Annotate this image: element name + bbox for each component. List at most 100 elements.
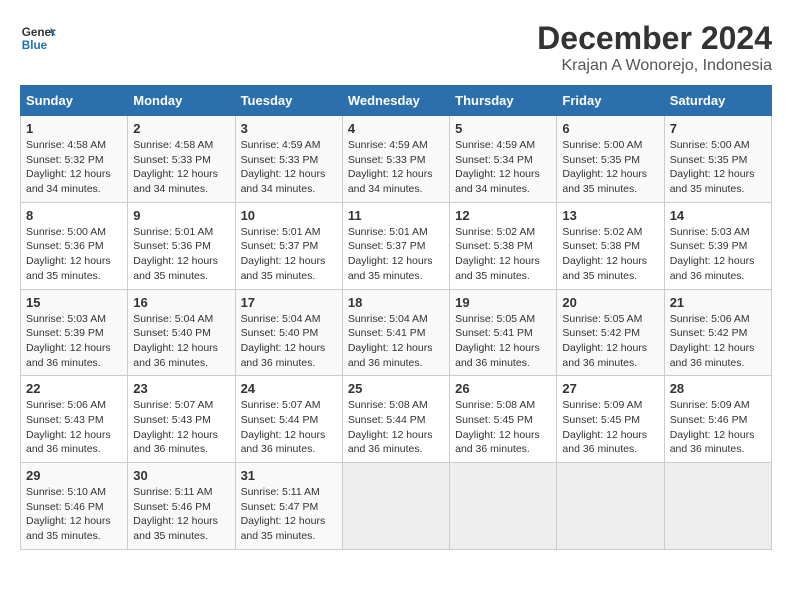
day-number: 27 xyxy=(562,381,658,396)
calendar-cell: 27 Sunrise: 5:09 AMSunset: 5:45 PMDayligh… xyxy=(557,376,664,463)
calendar-cell: 23Sunrise: 5:07 AMSunset: 5:43 PMDayligh… xyxy=(128,376,235,463)
calendar-week-0: 1 Sunrise: 4:58 AMSunset: 5:32 PMDaylight… xyxy=(21,116,772,203)
day-number: 29 xyxy=(26,468,122,483)
day-info: Sunrise: 4:59 AMSunset: 5:34 PMDaylight:… xyxy=(455,138,551,197)
day-info: Sunrise: 5:04 AMSunset: 5:40 PMDaylight:… xyxy=(133,312,229,371)
calendar-cell: 20Sunrise: 5:05 AMSunset: 5:42 PMDayligh… xyxy=(557,289,664,376)
day-number: 3 xyxy=(241,121,337,136)
day-info: Sunrise: 4:58 AMSunset: 5:33 PMDaylight:… xyxy=(133,138,229,197)
col-saturday: Saturday xyxy=(664,86,771,116)
day-info: Sunrise: 5:07 AMSunset: 5:43 PMDaylight:… xyxy=(133,398,229,457)
day-number: 20 xyxy=(562,295,658,310)
calendar-table: Sunday Monday Tuesday Wednesday Thursday… xyxy=(20,85,772,550)
calendar-cell: 25 Sunrise: 5:08 AMSunset: 5:44 PMDayligh… xyxy=(342,376,449,463)
col-monday: Monday xyxy=(128,86,235,116)
calendar-cell: 17 Sunrise: 5:04 AMSunset: 5:40 PMDayligh… xyxy=(235,289,342,376)
day-info: Sunrise: 5:05 AMSunset: 5:41 PMDaylight:… xyxy=(455,312,551,371)
day-number: 15 xyxy=(26,295,122,310)
day-number: 6 xyxy=(562,121,658,136)
day-number: 11 xyxy=(348,208,444,223)
col-sunday: Sunday xyxy=(21,86,128,116)
day-number: 8 xyxy=(26,208,122,223)
day-info: Sunrise: 5:06 AMSunset: 5:43 PMDaylight:… xyxy=(26,398,122,457)
header-row: Sunday Monday Tuesday Wednesday Thursday… xyxy=(21,86,772,116)
calendar-week-4: 29 Sunrise: 5:10 AMSunset: 5:46 PMDayligh… xyxy=(21,463,772,550)
calendar-cell: 26Sunrise: 5:08 AMSunset: 5:45 PMDayligh… xyxy=(450,376,557,463)
day-info: Sunrise: 5:01 AMSunset: 5:36 PMDaylight:… xyxy=(133,225,229,284)
day-number: 26 xyxy=(455,381,551,396)
day-info: Sunrise: 5:04 AMSunset: 5:40 PMDaylight:… xyxy=(241,312,337,371)
day-info: Sunrise: 5:04 AMSunset: 5:41 PMDaylight:… xyxy=(348,312,444,371)
calendar-cell: 16 Sunrise: 5:04 AMSunset: 5:40 PMDayligh… xyxy=(128,289,235,376)
calendar-cell: 4Sunrise: 4:59 AMSunset: 5:33 PMDaylight… xyxy=(342,116,449,203)
day-number: 24 xyxy=(241,381,337,396)
calendar-cell: 2Sunrise: 4:58 AMSunset: 5:33 PMDaylight… xyxy=(128,116,235,203)
day-number: 19 xyxy=(455,295,551,310)
col-wednesday: Wednesday xyxy=(342,86,449,116)
calendar-cell: 10 Sunrise: 5:01 AMSunset: 5:37 PMDayligh… xyxy=(235,202,342,289)
day-number: 22 xyxy=(26,381,122,396)
day-info: Sunrise: 5:02 AMSunset: 5:38 PMDaylight:… xyxy=(562,225,658,284)
page-header: General Blue December 2024 Krajan A Wono… xyxy=(20,20,772,75)
day-number: 16 xyxy=(133,295,229,310)
month-title: December 2024 xyxy=(537,20,772,57)
day-number: 12 xyxy=(455,208,551,223)
day-info: Sunrise: 5:10 AMSunset: 5:46 PMDaylight:… xyxy=(26,485,122,544)
day-number: 17 xyxy=(241,295,337,310)
calendar-cell xyxy=(342,463,449,550)
logo-icon: General Blue xyxy=(20,20,56,56)
day-info: Sunrise: 5:08 AMSunset: 5:44 PMDaylight:… xyxy=(348,398,444,457)
day-number: 7 xyxy=(670,121,766,136)
day-number: 13 xyxy=(562,208,658,223)
calendar-cell: 7 Sunrise: 5:00 AMSunset: 5:35 PMDaylight… xyxy=(664,116,771,203)
day-number: 9 xyxy=(133,208,229,223)
day-info: Sunrise: 5:07 AMSunset: 5:44 PMDaylight:… xyxy=(241,398,337,457)
day-info: Sunrise: 5:02 AMSunset: 5:38 PMDaylight:… xyxy=(455,225,551,284)
calendar-cell: 31Sunrise: 5:11 AMSunset: 5:47 PMDayligh… xyxy=(235,463,342,550)
calendar-cell: 24 Sunrise: 5:07 AMSunset: 5:44 PMDayligh… xyxy=(235,376,342,463)
day-number: 18 xyxy=(348,295,444,310)
calendar-cell: 18 Sunrise: 5:04 AMSunset: 5:41 PMDayligh… xyxy=(342,289,449,376)
calendar-cell xyxy=(664,463,771,550)
col-tuesday: Tuesday xyxy=(235,86,342,116)
day-info: Sunrise: 5:01 AMSunset: 5:37 PMDaylight:… xyxy=(241,225,337,284)
day-info: Sunrise: 5:00 AMSunset: 5:36 PMDaylight:… xyxy=(26,225,122,284)
day-info: Sunrise: 5:01 AMSunset: 5:37 PMDaylight:… xyxy=(348,225,444,284)
day-number: 14 xyxy=(670,208,766,223)
col-friday: Friday xyxy=(557,86,664,116)
location-title: Krajan A Wonorejo, Indonesia xyxy=(537,57,772,75)
day-number: 30 xyxy=(133,468,229,483)
day-info: Sunrise: 4:59 AMSunset: 5:33 PMDaylight:… xyxy=(348,138,444,197)
calendar-cell: 29 Sunrise: 5:10 AMSunset: 5:46 PMDayligh… xyxy=(21,463,128,550)
calendar-week-1: 8 Sunrise: 5:00 AMSunset: 5:36 PMDaylight… xyxy=(21,202,772,289)
calendar-cell: 21Sunrise: 5:06 AMSunset: 5:42 PMDayligh… xyxy=(664,289,771,376)
day-info: Sunrise: 4:59 AMSunset: 5:33 PMDaylight:… xyxy=(241,138,337,197)
day-number: 25 xyxy=(348,381,444,396)
day-info: Sunrise: 5:03 AMSunset: 5:39 PMDaylight:… xyxy=(670,225,766,284)
calendar-cell: 12 Sunrise: 5:02 AMSunset: 5:38 PMDayligh… xyxy=(450,202,557,289)
calendar-cell xyxy=(450,463,557,550)
calendar-cell: 8 Sunrise: 5:00 AMSunset: 5:36 PMDaylight… xyxy=(21,202,128,289)
calendar-cell xyxy=(557,463,664,550)
day-info: Sunrise: 5:09 AMSunset: 5:46 PMDaylight:… xyxy=(670,398,766,457)
day-number: 21 xyxy=(670,295,766,310)
calendar-cell: 28 Sunrise: 5:09 AMSunset: 5:46 PMDayligh… xyxy=(664,376,771,463)
day-info: Sunrise: 5:09 AMSunset: 5:45 PMDaylight:… xyxy=(562,398,658,457)
day-info: Sunrise: 5:00 AMSunset: 5:35 PMDaylight:… xyxy=(562,138,658,197)
calendar-cell: 30 Sunrise: 5:11 AMSunset: 5:46 PMDayligh… xyxy=(128,463,235,550)
day-number: 28 xyxy=(670,381,766,396)
calendar-cell: 14 Sunrise: 5:03 AMSunset: 5:39 PMDayligh… xyxy=(664,202,771,289)
logo: General Blue xyxy=(20,20,56,56)
calendar-cell: 1 Sunrise: 4:58 AMSunset: 5:32 PMDaylight… xyxy=(21,116,128,203)
day-number: 1 xyxy=(26,121,122,136)
calendar-cell: 6 Sunrise: 5:00 AMSunset: 5:35 PMDaylight… xyxy=(557,116,664,203)
calendar-cell: 15Sunrise: 5:03 AMSunset: 5:39 PMDayligh… xyxy=(21,289,128,376)
day-info: Sunrise: 5:11 AMSunset: 5:46 PMDaylight:… xyxy=(133,485,229,544)
calendar-cell: 5Sunrise: 4:59 AMSunset: 5:34 PMDaylight… xyxy=(450,116,557,203)
day-info: Sunrise: 5:00 AMSunset: 5:35 PMDaylight:… xyxy=(670,138,766,197)
calendar-cell: 13 Sunrise: 5:02 AMSunset: 5:38 PMDayligh… xyxy=(557,202,664,289)
day-info: Sunrise: 4:58 AMSunset: 5:32 PMDaylight:… xyxy=(26,138,122,197)
day-number: 10 xyxy=(241,208,337,223)
calendar-cell: 22 Sunrise: 5:06 AMSunset: 5:43 PMDayligh… xyxy=(21,376,128,463)
title-area: December 2024 Krajan A Wonorejo, Indones… xyxy=(537,20,772,75)
